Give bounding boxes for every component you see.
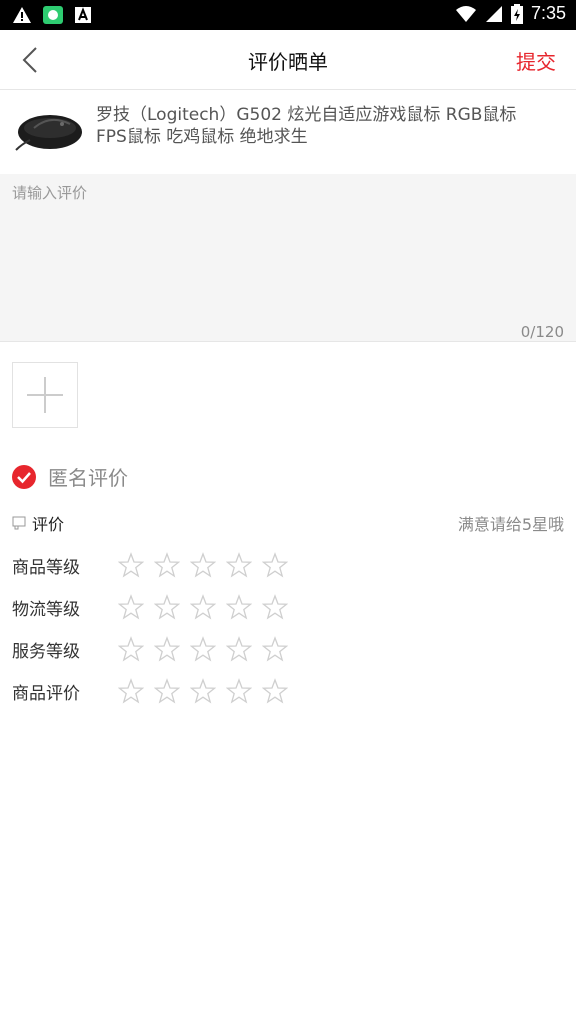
status-time: 7:35 bbox=[530, 3, 566, 23]
rating-row-goods: 商品等级 bbox=[12, 544, 288, 586]
page-title: 评价晒单 bbox=[248, 50, 328, 74]
character-counter: 0/120 bbox=[520, 323, 564, 341]
star-icon[interactable] bbox=[118, 636, 144, 662]
rating-hint: 满意请给5星哦 bbox=[457, 515, 564, 534]
rating-title: 评价 bbox=[32, 515, 65, 534]
font-icon bbox=[75, 7, 91, 23]
battery-icon bbox=[510, 3, 523, 24]
rating-row-label: 物流等级 bbox=[12, 599, 80, 620]
star-icon[interactable] bbox=[226, 552, 252, 578]
star-icon[interactable] bbox=[190, 678, 216, 704]
star-icon[interactable] bbox=[262, 552, 288, 578]
rating-row-label: 商品等级 bbox=[12, 557, 80, 578]
star-icon[interactable] bbox=[154, 594, 180, 620]
anonymous-label: 匿名评价 bbox=[48, 466, 128, 490]
submit-button[interactable]: 提交 bbox=[516, 46, 556, 75]
star-icon[interactable] bbox=[262, 594, 288, 620]
star-icon[interactable] bbox=[226, 636, 252, 662]
star-icon[interactable] bbox=[154, 552, 180, 578]
star-icon[interactable] bbox=[190, 552, 216, 578]
star-group bbox=[118, 636, 288, 662]
star-icon[interactable] bbox=[118, 594, 144, 620]
review-textarea[interactable]: 请输入评价 0/120 bbox=[0, 174, 576, 342]
star-icon[interactable] bbox=[226, 594, 252, 620]
star-icon[interactable] bbox=[118, 678, 144, 704]
rating-row-label: 商品评价 bbox=[12, 683, 80, 704]
product-name: 罗技（Logitech）G502 炫光自适应游戏鼠标 RGB鼠标 FPS鼠标 吃… bbox=[96, 105, 517, 147]
add-photo-button[interactable] bbox=[12, 362, 78, 428]
rating-row-label: 服务等级 bbox=[12, 641, 80, 662]
app-icon bbox=[43, 6, 63, 24]
star-icon[interactable] bbox=[154, 636, 180, 662]
warning-icon bbox=[13, 7, 31, 23]
star-group bbox=[118, 678, 288, 704]
product-image bbox=[15, 115, 82, 151]
nav-bar: 评价晒单 提交 bbox=[0, 30, 576, 90]
star-icon[interactable] bbox=[154, 678, 180, 704]
rating-row-logistics: 物流等级 bbox=[12, 586, 288, 628]
star-group bbox=[118, 552, 288, 578]
wifi-icon bbox=[455, 5, 476, 22]
star-group bbox=[118, 594, 288, 620]
star-icon[interactable] bbox=[190, 594, 216, 620]
star-icon[interactable] bbox=[262, 678, 288, 704]
rating-row-review: 商品评价 bbox=[12, 670, 288, 712]
status-bar: 7:35 bbox=[0, 0, 576, 30]
rating-row-service: 服务等级 bbox=[12, 628, 288, 670]
rating-rows: 商品等级 物流等级 服务等级 商品评价 bbox=[12, 544, 288, 712]
plus-icon bbox=[27, 377, 63, 413]
signal-icon bbox=[485, 5, 502, 22]
star-icon[interactable] bbox=[190, 636, 216, 662]
star-icon[interactable] bbox=[262, 636, 288, 662]
star-icon[interactable] bbox=[118, 552, 144, 578]
product-card: 罗技（Logitech）G502 炫光自适应游戏鼠标 RGB鼠标 FPS鼠标 吃… bbox=[0, 90, 576, 174]
rating-header: 评价 满意请给5星哦 bbox=[12, 509, 564, 534]
check-circle-icon[interactable] bbox=[12, 464, 36, 489]
star-icon[interactable] bbox=[226, 678, 252, 704]
anonymous-toggle[interactable]: 匿名评价 bbox=[12, 462, 128, 491]
tag-icon bbox=[12, 516, 26, 530]
review-placeholder: 请输入评价 bbox=[12, 184, 88, 202]
